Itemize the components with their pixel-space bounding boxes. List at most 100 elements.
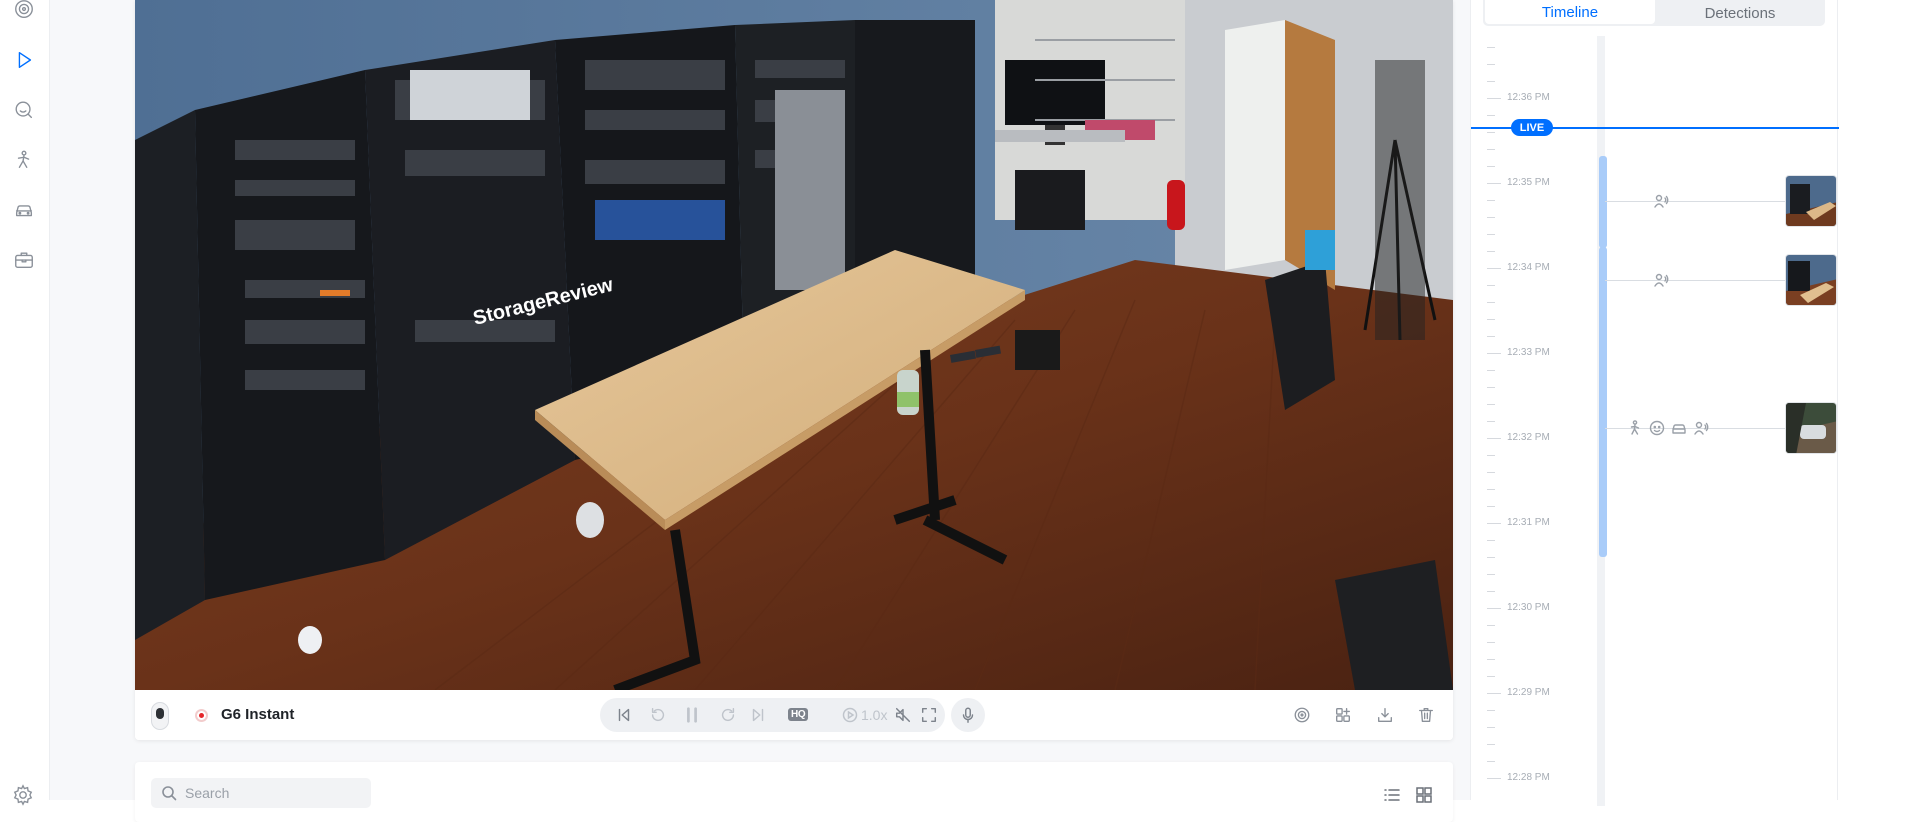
ruler-tick: [1487, 489, 1495, 490]
search-input[interactable]: [185, 785, 355, 801]
detection-icon[interactable]: [12, 0, 36, 21]
ruler-tick: [1487, 727, 1495, 728]
ruler-tick: [1487, 353, 1501, 354]
pause-icon[interactable]: [682, 705, 702, 725]
ruler-tick: [1487, 438, 1501, 439]
time-label: 12:28 PM: [1507, 772, 1550, 783]
event-icons: [1627, 420, 1709, 436]
ruler-tick: [1487, 268, 1501, 269]
ruler-tick: [1487, 778, 1501, 779]
events-toolbar: [135, 762, 1453, 822]
settings-icon[interactable]: [12, 784, 34, 806]
ruler-tick: [1487, 404, 1495, 405]
mute-icon[interactable]: [893, 705, 913, 725]
ruler-tick: [1487, 183, 1501, 184]
time-label: 12:32 PM: [1507, 432, 1550, 443]
vehicle-icon: [1671, 420, 1687, 436]
person-icon: [1627, 420, 1643, 436]
time-label: 12:33 PM: [1507, 347, 1550, 358]
ruler-tick: [1487, 217, 1495, 218]
forward-10-icon[interactable]: [718, 705, 738, 725]
ruler-tick: [1487, 149, 1495, 150]
video-card: StorageReview G6 Instant HQ 1.0x: [135, 0, 1453, 740]
search-box[interactable]: [151, 778, 371, 808]
face-icon: [1649, 420, 1665, 436]
time-label: 12:29 PM: [1507, 687, 1550, 698]
camera-video-feed[interactable]: StorageReview: [135, 0, 1453, 690]
ruler-tick: [1487, 200, 1495, 201]
ruler-tick: [1487, 506, 1495, 507]
ruler-tick: [1487, 302, 1495, 303]
playback-speed[interactable]: 1.0x: [842, 707, 887, 723]
tab-timeline[interactable]: Timeline: [1485, 0, 1655, 24]
ruler-tick: [1487, 336, 1495, 337]
tab-detections[interactable]: Detections: [1655, 0, 1825, 26]
timeline-event[interactable]: [1605, 175, 1837, 227]
ruler-tick: [1487, 234, 1495, 235]
timeline-event[interactable]: [1605, 402, 1837, 454]
package-icon[interactable]: [12, 248, 36, 272]
ruler-tick: [1487, 744, 1495, 745]
ruler-tick: [1487, 710, 1495, 711]
event-icons: [1653, 193, 1669, 209]
event-thumbnail[interactable]: [1785, 175, 1837, 227]
delete-icon[interactable]: [1416, 705, 1436, 725]
hq-toggle[interactable]: HQ: [788, 708, 809, 721]
layout-icon[interactable]: [1333, 705, 1353, 725]
skip-forward-icon[interactable]: [748, 705, 768, 725]
ruler-tick: [1487, 693, 1501, 694]
ruler-tick: [1487, 557, 1495, 558]
timeline-panel: Timeline Detections LIVE 12:36 PM 12:35 …: [1470, 0, 1839, 806]
download-icon[interactable]: [1375, 705, 1395, 725]
ruler-tick: [1487, 115, 1495, 116]
microphone-icon[interactable]: [951, 698, 985, 732]
ruler-tick: [1487, 625, 1495, 626]
speed-label: 1.0x: [861, 707, 888, 723]
camera-device-icon: [151, 702, 169, 730]
ruler-tick: [1487, 421, 1495, 422]
ruler-tick: [1487, 64, 1495, 65]
ruler-tick: [1487, 47, 1495, 48]
search-icon: [162, 786, 177, 801]
ruler-tick: [1487, 642, 1495, 643]
ruler-tick: [1487, 98, 1501, 99]
play-icon[interactable]: [12, 48, 36, 72]
event-thumbnail[interactable]: [1785, 254, 1837, 306]
vehicle-icon[interactable]: [12, 198, 36, 222]
time-label: 12:31 PM: [1507, 517, 1550, 528]
detection-zone-icon[interactable]: [1292, 705, 1312, 725]
ruler-tick: [1487, 455, 1495, 456]
time-label: 12:34 PM: [1507, 262, 1550, 273]
ruler-tick: [1487, 285, 1495, 286]
time-label: 12:36 PM: [1507, 92, 1550, 103]
playback-controls: HQ 1.0x: [600, 698, 945, 732]
ruler-tick: [1487, 761, 1495, 762]
ruler-tick: [1487, 540, 1495, 541]
rewind-10-icon[interactable]: [648, 705, 668, 725]
event-thumbnail[interactable]: [1785, 402, 1837, 454]
ruler-tick: [1487, 370, 1495, 371]
person-audio-icon: [1693, 420, 1709, 436]
ruler-tick: [1487, 591, 1495, 592]
ruler-tick: [1487, 472, 1495, 473]
live-badge[interactable]: LIVE: [1511, 119, 1553, 136]
ruler-tick: [1487, 319, 1495, 320]
timeline-event[interactable]: [1605, 254, 1837, 306]
time-label: 12:35 PM: [1507, 177, 1550, 188]
person-audio-icon: [1653, 193, 1669, 209]
ruler-tick: [1487, 166, 1495, 167]
person-icon[interactable]: [12, 148, 36, 172]
ruler-tick: [1487, 608, 1501, 609]
fullscreen-icon[interactable]: [919, 705, 939, 725]
time-label: 12:30 PM: [1507, 602, 1550, 613]
ruler-tick: [1487, 676, 1495, 677]
left-nav: [0, 0, 50, 806]
recording-indicator: [195, 709, 208, 722]
grid-view-icon[interactable]: [1415, 786, 1435, 806]
list-view-icon[interactable]: [1383, 786, 1403, 806]
ruler-tick: [1487, 659, 1495, 660]
person-audio-icon: [1653, 272, 1669, 288]
search-face-icon[interactable]: [12, 98, 36, 122]
timeline[interactable]: LIVE 12:36 PM 12:35 PM 12:34 PM 12:33 PM…: [1471, 32, 1839, 806]
skip-back-icon[interactable]: [614, 705, 634, 725]
